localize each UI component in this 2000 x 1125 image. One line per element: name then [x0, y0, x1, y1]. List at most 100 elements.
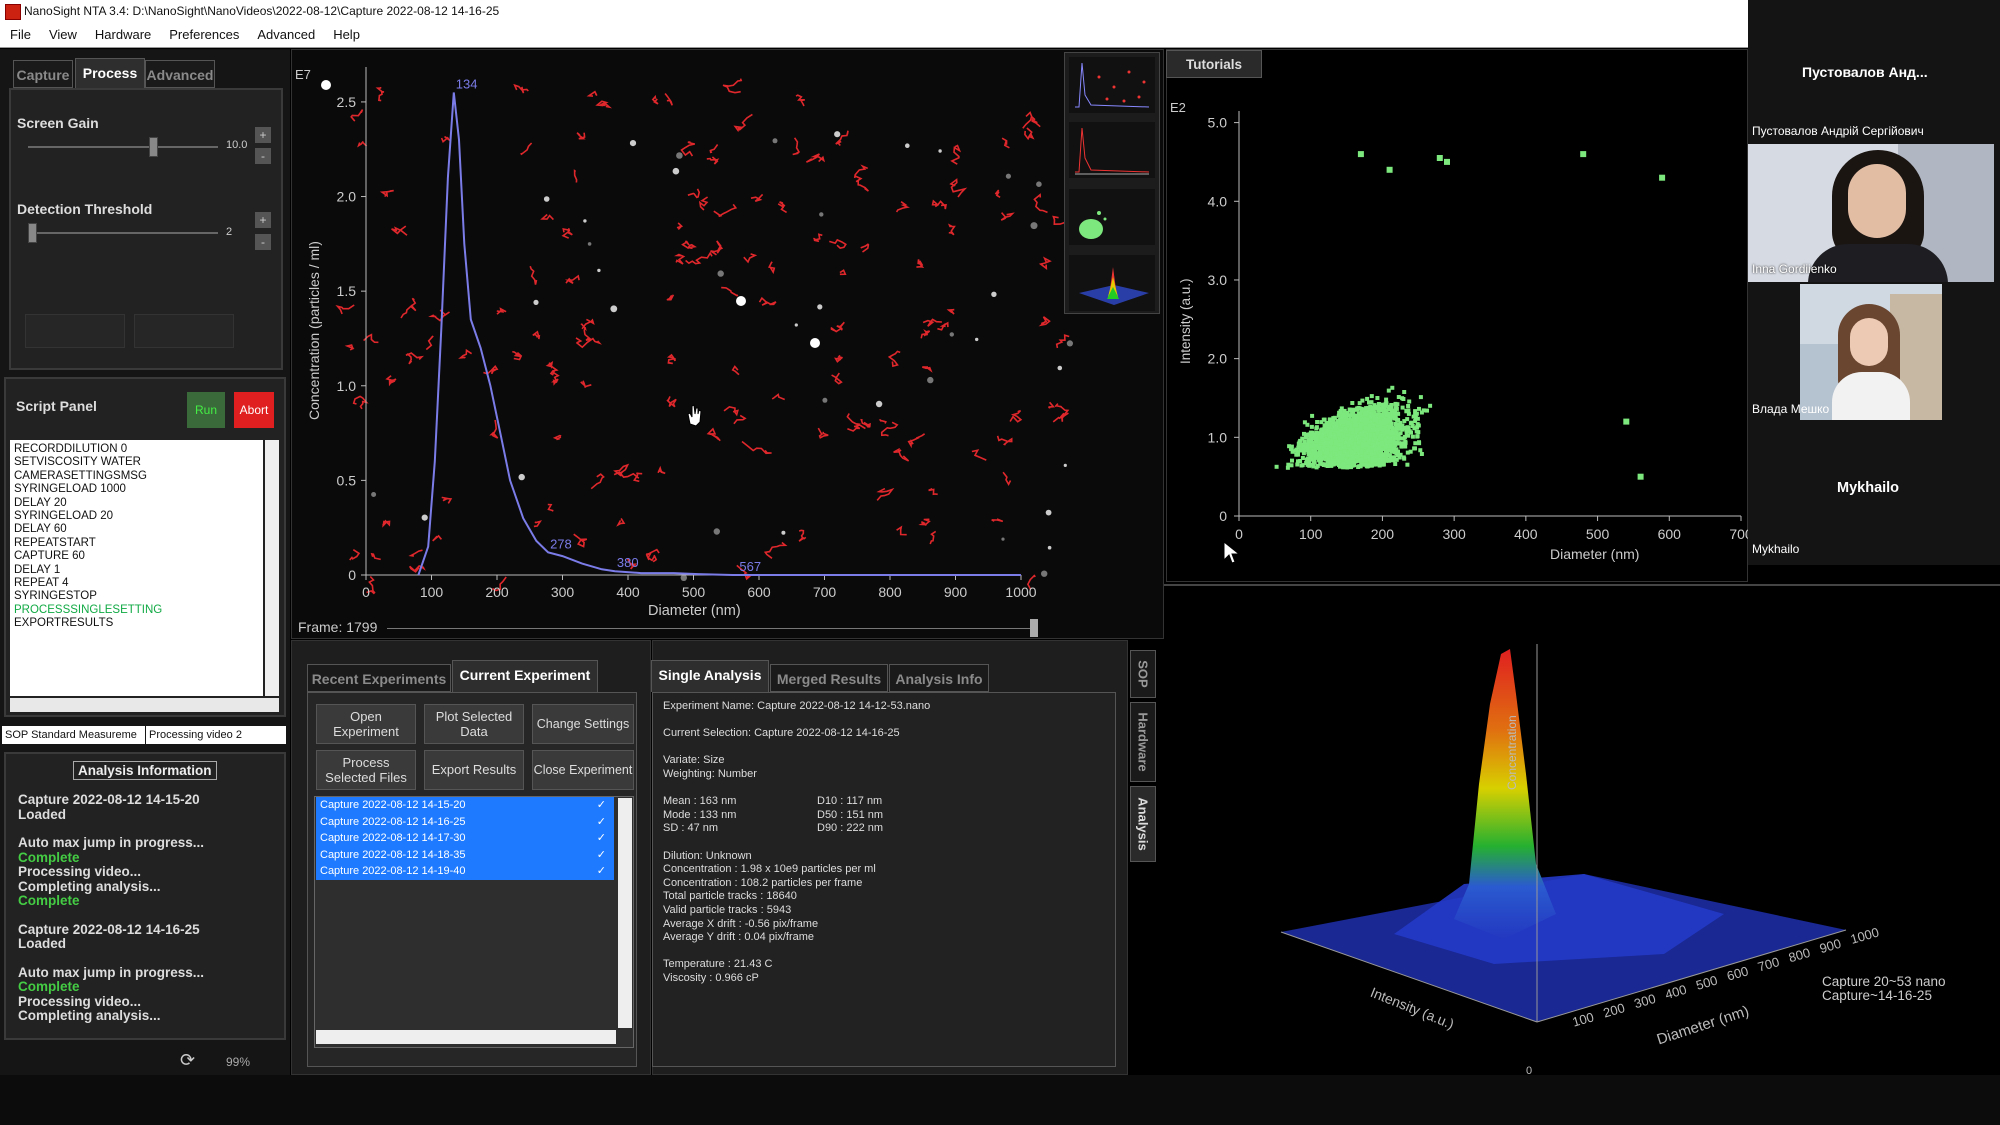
- run-button[interactable]: Run: [187, 392, 225, 428]
- detection-threshold-decrease-button[interactable]: -: [255, 234, 271, 250]
- tab-single-analysis[interactable]: Single Analysis: [651, 660, 769, 692]
- scatter-point: [1383, 437, 1388, 442]
- script-line[interactable]: DELAY 60: [14, 523, 259, 536]
- menu-help[interactable]: Help: [324, 22, 369, 48]
- scatter-point: [1365, 396, 1370, 401]
- script-line[interactable]: DELAY 20: [14, 497, 259, 510]
- frame-value: 1799: [346, 619, 378, 635]
- file-name: Capture 2022-08-12 14-16-25: [320, 815, 466, 828]
- scatter-point: [1300, 456, 1305, 460]
- thumbnail-size-red[interactable]: [1069, 122, 1155, 178]
- single-analysis-line: [663, 945, 1103, 959]
- checkmark-icon[interactable]: ✓: [597, 814, 606, 831]
- detection-threshold-increase-button[interactable]: +: [255, 212, 271, 228]
- frame-slider-track[interactable]: [387, 628, 1034, 629]
- scatter-point: [1381, 421, 1386, 426]
- side-tab-hardware[interactable]: Hardware: [1130, 702, 1156, 782]
- file-list-scrollbar[interactable]: [618, 798, 632, 1028]
- thumbnail-size-tracks[interactable]: [1069, 57, 1155, 113]
- thumbnail-3d[interactable]: [1069, 255, 1155, 311]
- tab-merged-results[interactable]: Merged Results: [770, 664, 888, 692]
- checkmark-icon[interactable]: ✓: [597, 847, 606, 864]
- script-hscrollbar[interactable]: [10, 698, 279, 712]
- script-line[interactable]: REPEATSTART: [14, 537, 259, 550]
- scatter-point: [1413, 419, 1418, 424]
- file-row[interactable]: Capture 2022-08-12 14-15-20 ✓: [316, 797, 614, 814]
- scatter-point: [1360, 398, 1365, 403]
- export-results-button[interactable]: Export Results: [424, 750, 524, 790]
- script-editor[interactable]: RECORDDILUTION 0 SETVISCOSITY WATER CAMERA…: [10, 440, 263, 696]
- file-row[interactable]: Capture 2022-08-12 14-17-30 ✓: [316, 830, 614, 847]
- script-line[interactable]: PROCESSSINGLESETTING: [14, 604, 259, 617]
- scatter-point: [1388, 418, 1393, 423]
- scatter-point: [1344, 429, 1349, 434]
- screen-gain-slider[interactable]: [149, 137, 159, 157]
- checkmark-icon[interactable]: ✓: [597, 797, 606, 814]
- file-row[interactable]: Capture 2022-08-12 14-16-25 ✓: [316, 813, 614, 831]
- tab-advanced[interactable]: Advanced: [145, 60, 215, 88]
- change-settings-button[interactable]: Change Settings: [532, 704, 634, 744]
- particle: [991, 291, 997, 297]
- side-tab-sop[interactable]: SOP: [1130, 650, 1156, 698]
- detection-threshold-slider[interactable]: [27, 223, 37, 243]
- thumbnail-scatter[interactable]: [1069, 189, 1155, 245]
- analysis-log-line: Loaded: [18, 936, 67, 951]
- screen-gain-decrease-button[interactable]: -: [255, 148, 271, 164]
- script-line[interactable]: RECORDDILUTION 0: [14, 443, 259, 456]
- frame-slider[interactable]: [1030, 619, 1038, 637]
- tab-analysis-info[interactable]: Analysis Info: [889, 664, 989, 692]
- side-tab-analysis[interactable]: Analysis: [1130, 786, 1156, 862]
- scatter-point: [1346, 443, 1351, 448]
- participant-tile-mykhailo[interactable]: Mykhailo: [1748, 470, 1994, 530]
- screen-gain-track[interactable]: [28, 146, 218, 148]
- surface-diameter-tick: 800: [1787, 945, 1812, 965]
- script-line[interactable]: CAPTURE 60: [14, 550, 259, 563]
- process-selected-files-button[interactable]: Process Selected Files: [316, 750, 416, 790]
- detection-threshold-track[interactable]: [28, 232, 218, 234]
- open-experiment-button[interactable]: Open Experiment: [316, 704, 416, 744]
- close-experiment-button[interactable]: Close Experiment: [532, 750, 634, 790]
- tab-process[interactable]: Process: [75, 58, 145, 88]
- scatter-point: [1398, 436, 1403, 441]
- scatter-point: [1338, 438, 1343, 443]
- checkmark-icon[interactable]: ✓: [597, 863, 606, 880]
- menu-file[interactable]: File: [0, 22, 40, 48]
- script-line[interactable]: SYRINGESTOP: [14, 590, 259, 603]
- file-list-hscrollbar[interactable]: [316, 1030, 616, 1044]
- menu-view[interactable]: View: [40, 22, 86, 48]
- scatter-point: [1366, 405, 1371, 410]
- script-line[interactable]: SYRINGELOAD 20: [14, 510, 259, 523]
- menu-hardware[interactable]: Hardware: [86, 22, 160, 48]
- status-sop: SOP Standard Measureme: [2, 726, 145, 744]
- script-line[interactable]: SYRINGELOAD 1000: [14, 483, 259, 496]
- particle-track: [580, 323, 593, 341]
- menu-advanced[interactable]: Advanced: [248, 22, 324, 48]
- script-scrollbar[interactable]: [265, 440, 279, 696]
- abort-button[interactable]: Abort: [234, 392, 274, 428]
- script-line[interactable]: DELAY 1: [14, 564, 259, 577]
- participant-video-inna[interactable]: Inna Gordiienko: [1748, 144, 1994, 282]
- tab-capture[interactable]: Capture: [13, 60, 73, 88]
- scatter-y-tick-label: 5.0: [1208, 115, 1228, 131]
- participant-video-vlada[interactable]: [1800, 284, 1942, 420]
- file-row[interactable]: Capture 2022-08-12 14-18-35 ✓: [316, 846, 614, 864]
- particle-track: [829, 238, 847, 249]
- particle: [975, 337, 979, 342]
- tab-recent-experiments[interactable]: Recent Experiments: [307, 664, 451, 692]
- particle-track: [991, 518, 1004, 523]
- particle-track: [922, 366, 933, 373]
- particle-track: [370, 552, 381, 561]
- scatter-point: [1413, 412, 1418, 417]
- plot-selected-data-button[interactable]: Plot Selected Data: [424, 704, 524, 744]
- surface-diameter-tick: 700: [1756, 954, 1781, 974]
- script-line[interactable]: CAMERASETTINGSMSG: [14, 470, 259, 483]
- script-line[interactable]: SETVISCOSITY WATER: [14, 456, 259, 469]
- tab-current-experiment[interactable]: Current Experiment: [452, 660, 598, 692]
- scatter-point: [1388, 443, 1393, 448]
- script-line[interactable]: REPEAT 4: [14, 577, 259, 590]
- checkmark-icon[interactable]: ✓: [597, 830, 606, 847]
- menu-preferences[interactable]: Preferences: [160, 22, 248, 48]
- file-row[interactable]: Capture 2022-08-12 14-19-40 ✓: [316, 863, 614, 880]
- script-line[interactable]: EXPORTRESULTS: [14, 617, 259, 630]
- screen-gain-increase-button[interactable]: +: [255, 127, 271, 143]
